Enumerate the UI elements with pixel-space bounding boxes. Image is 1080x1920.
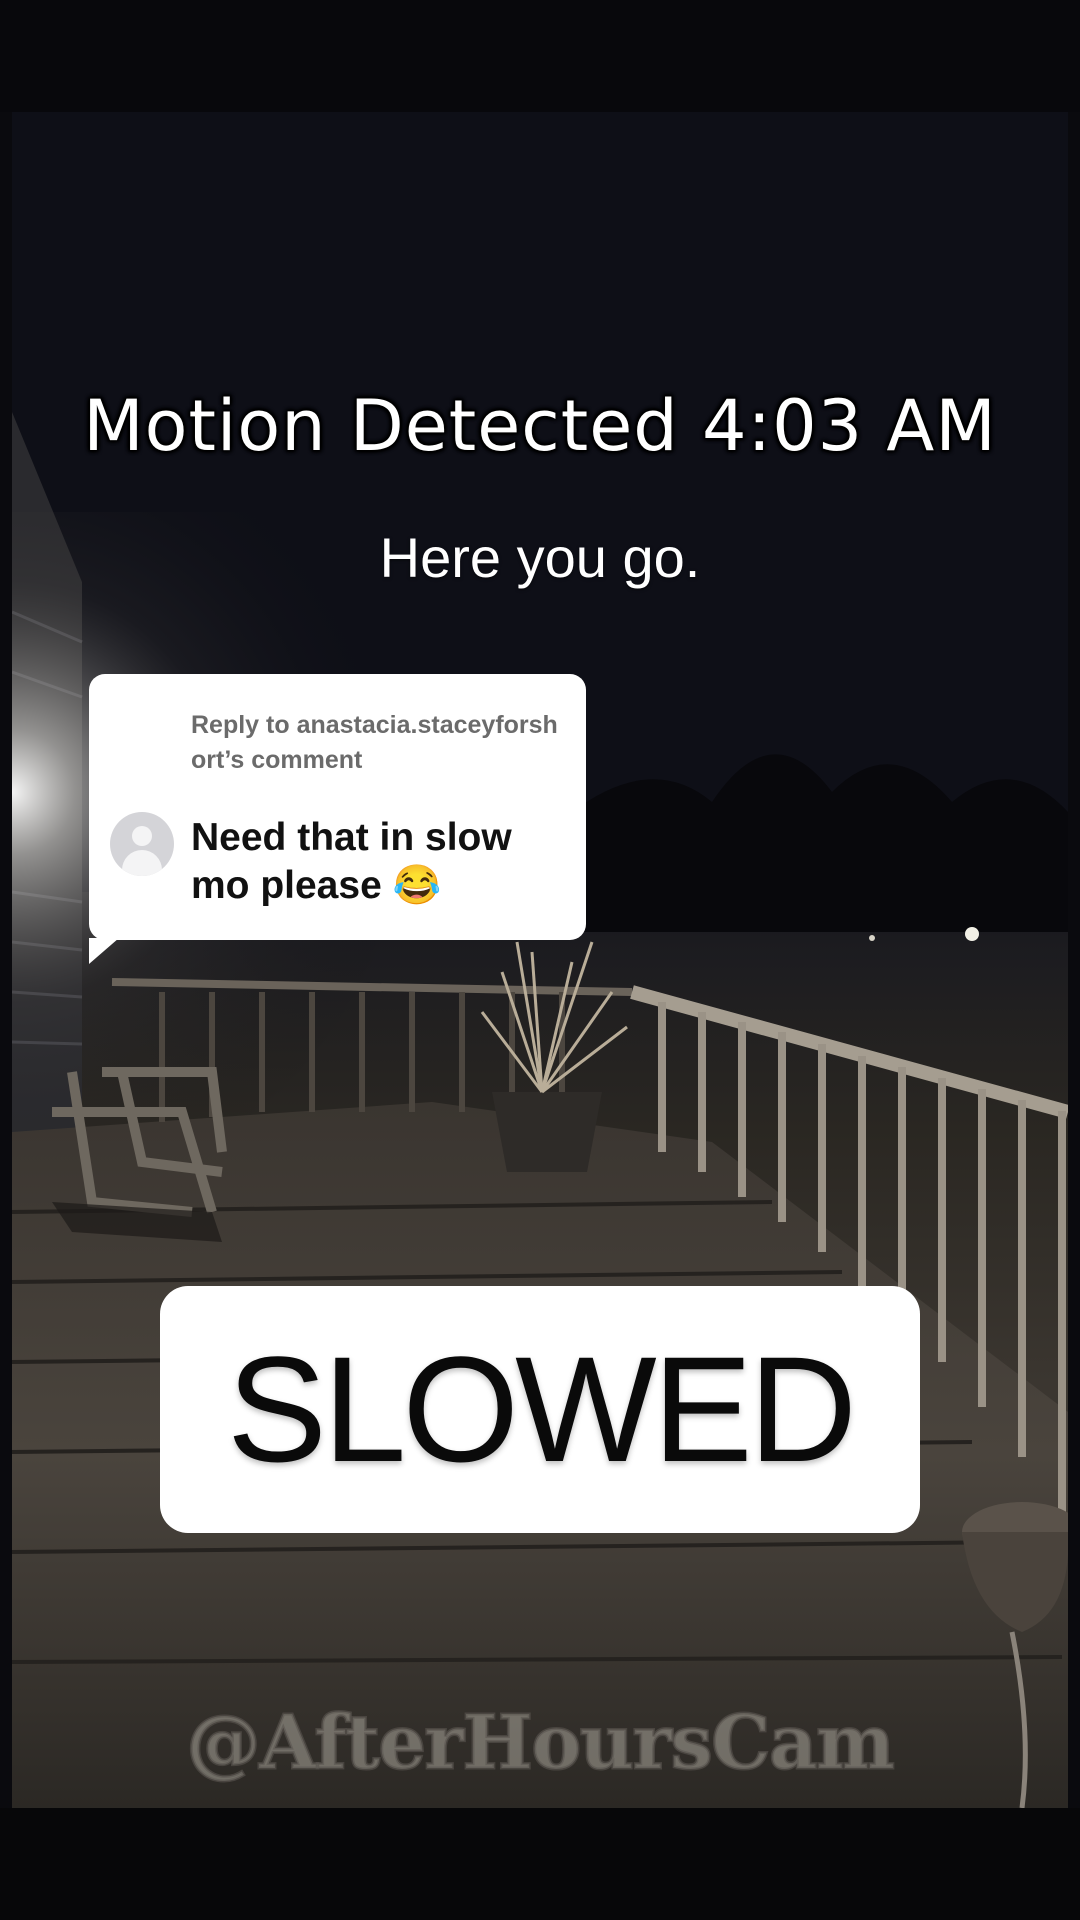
watermark: @AfterHoursCam (185, 1699, 896, 1788)
security-camera-frame[interactable] (12, 112, 1068, 1808)
slowed-label: SLOWED (226, 1325, 857, 1493)
reply-comment-sticker[interactable]: Reply to anastacia.staceyforshort’s comm… (89, 674, 586, 964)
reply-comment-text: Need that in slow mo please 😂 (191, 816, 512, 907)
avatar (110, 812, 174, 876)
reply-to-label: Reply to anastacia.staceyforshort’s comm… (191, 711, 558, 774)
bottom-letterbox (0, 1808, 1080, 1920)
avatar-head (132, 826, 152, 846)
reply-card-tail (89, 938, 119, 964)
slowed-label-box: SLOWED (160, 1286, 920, 1533)
motion-detected-title: Motion Detected 4:03 AM (83, 385, 997, 467)
top-letterbox (0, 0, 1080, 112)
video-caption: Here you go. (379, 526, 701, 589)
video-post[interactable]: Motion Detected 4:03 AM Here you go. Rep… (0, 0, 1080, 1920)
porch-scene (12, 112, 1068, 1808)
avatar-body (122, 850, 162, 876)
